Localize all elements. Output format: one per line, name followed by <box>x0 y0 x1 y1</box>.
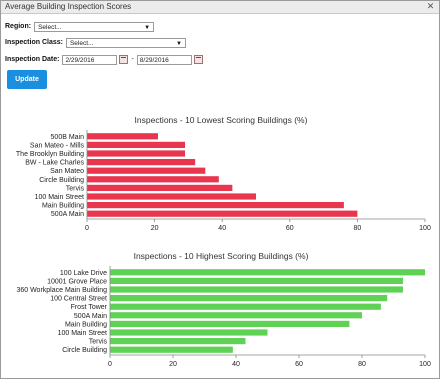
category-label: 500B Main <box>51 134 85 141</box>
high-chart-title: Inspections - 10 Highest Scoring Buildin… <box>133 251 309 261</box>
bar[interactable] <box>87 150 186 157</box>
calendar-icon[interactable] <box>119 55 129 64</box>
region-label: Region: <box>5 23 32 30</box>
x-tick-label: 80 <box>358 361 366 367</box>
class-select-value: Select... <box>69 39 94 47</box>
category-label: Circle Building <box>39 177 84 184</box>
category-label: Circle Building <box>62 347 107 354</box>
category-label: San Mateo - Mills <box>30 142 85 149</box>
dropdown-arrow-icon: ▼ <box>144 24 151 31</box>
update-button[interactable]: Update <box>7 70 47 89</box>
class-filter-row: Inspection Class: Select... ▼ <box>5 37 186 48</box>
bar[interactable] <box>110 277 403 284</box>
highest-scores-chart: 100 Lake Drive10001 Grove Place 360 Workp… <box>16 266 431 367</box>
date-from-input[interactable]: 2/29/2016 <box>62 54 118 65</box>
x-tick-label: 100 <box>419 361 431 367</box>
bar[interactable] <box>110 312 362 319</box>
class-select[interactable]: Select... ▼ <box>65 37 186 48</box>
category-label: Tervis <box>89 339 108 346</box>
x-tick-label: 60 <box>286 225 294 232</box>
category-label: 10001 Grove Place <box>47 278 107 285</box>
bar[interactable] <box>110 338 246 345</box>
category-label: The Brooklyn Building <box>16 151 84 158</box>
category-label: Tervis <box>66 185 85 192</box>
bar[interactable] <box>87 176 219 183</box>
bar[interactable] <box>87 193 256 200</box>
x-tick-label: 80 <box>354 225 362 232</box>
x-tick-label: 40 <box>232 361 240 367</box>
x-tick-label: 20 <box>151 225 159 232</box>
x-tick-label: 60 <box>295 361 303 367</box>
category-label: Main Building <box>65 321 107 328</box>
class-label: Inspection Class: <box>5 39 63 46</box>
category-label: 100 Central Street <box>50 296 107 303</box>
lowest-scores-chart: 500B MainSan Mateo - Mills The Brooklyn B… <box>16 130 431 232</box>
bar[interactable] <box>110 303 381 310</box>
category-label: 100 Lake Drive <box>60 270 107 277</box>
category-label: Main Building <box>42 203 84 210</box>
category-label: 100 Main Street <box>35 194 84 201</box>
x-tick-label: 100 <box>419 225 431 232</box>
calendar-icon[interactable] <box>193 55 203 64</box>
x-tick-label: 40 <box>218 225 226 232</box>
x-tick-label: 20 <box>169 361 177 367</box>
bar[interactable] <box>87 133 158 140</box>
bar[interactable] <box>87 210 358 217</box>
bar[interactable] <box>110 346 233 353</box>
window-title: Average Building Inspection Scores <box>5 2 132 11</box>
bar[interactable] <box>110 320 350 327</box>
x-tick-label: 0 <box>85 225 89 232</box>
bar[interactable] <box>87 141 186 148</box>
category-label: 500A Main <box>74 313 107 320</box>
date-to-input[interactable]: 8/29/2016 <box>136 54 192 65</box>
report-window: Average Building Inspection Scores ✕ Reg… <box>0 0 440 379</box>
category-label: 500A Main <box>51 211 84 218</box>
region-select-value: Select... <box>38 23 62 31</box>
dropdown-arrow-icon: ▼ <box>176 40 182 47</box>
title-bar: Average Building Inspection Scores ✕ <box>1 1 439 14</box>
bar[interactable] <box>110 329 268 336</box>
category-label: San Mateo <box>50 168 84 175</box>
low-chart-title: Inspections - 10 Lowest Scoring Building… <box>134 115 308 125</box>
bar[interactable] <box>87 159 196 166</box>
category-label: BW - Lake Charles <box>25 160 84 167</box>
bar[interactable] <box>87 167 206 174</box>
date-separator: - <box>131 56 134 63</box>
region-filter-row: Region: Select... ▼ <box>5 21 155 32</box>
bar[interactable] <box>87 202 344 209</box>
category-label: Frost Tower <box>71 304 108 311</box>
category-label: 100 Main Street <box>58 330 107 337</box>
x-tick-label: 0 <box>108 361 112 367</box>
category-label: 360 Workplace Main Building <box>16 287 107 294</box>
region-select[interactable]: Select... ▼ <box>34 21 155 32</box>
bar[interactable] <box>87 184 233 191</box>
bar[interactable] <box>110 295 388 302</box>
bar[interactable] <box>110 286 403 293</box>
bar[interactable] <box>110 269 425 276</box>
date-label: Inspection Date: <box>5 56 60 63</box>
close-icon[interactable]: ✕ <box>425 1 436 12</box>
date-filter-row: Inspection Date: 2/29/2016 - 8/29/2016 <box>5 54 203 65</box>
